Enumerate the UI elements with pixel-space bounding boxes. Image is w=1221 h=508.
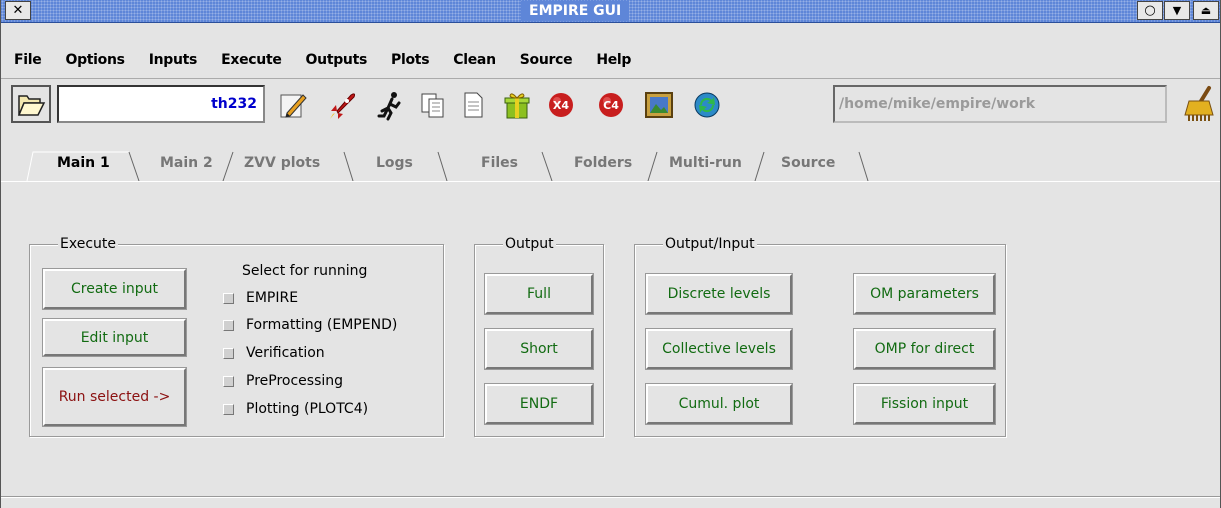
formatting-option-label: Formatting (EMPEND): [246, 317, 398, 333]
preprocessing-checkbox[interactable]: [223, 375, 234, 387]
tab-underline: [1, 181, 1220, 182]
empire-option[interactable]: EMPIRE: [223, 287, 298, 309]
discrete-levels-button[interactable]: Discrete levels: [645, 273, 793, 315]
tab-main-1[interactable]: Main 1: [57, 146, 110, 180]
refresh-icon[interactable]: [691, 89, 723, 121]
preprocessing-option-label: PreProcessing: [246, 373, 344, 389]
menu-bar: File Options Inputs Execute Outputs Plot…: [1, 44, 1220, 76]
tab-multi-run[interactable]: Multi-run: [669, 146, 742, 180]
title-bar[interactable]: ✕ EMPIRE GUI ○ ▼ ⏏: [1, 0, 1220, 23]
circle-icon: ○: [1144, 3, 1156, 18]
collective-levels-button[interactable]: Collective levels: [645, 328, 793, 370]
folder-open-icon: [17, 95, 46, 116]
plotting-checkbox[interactable]: [223, 403, 234, 415]
toolbar: th232 X4 C4 /home/mike/empire/work: [1, 85, 1220, 129]
tab-main-2[interactable]: Main 2: [160, 146, 213, 180]
run-icon[interactable]: [375, 89, 407, 121]
tab-folders[interactable]: Folders: [574, 146, 632, 180]
menu-clean[interactable]: Clean: [453, 52, 496, 68]
select-for-running-label: Select for running: [242, 263, 368, 279]
tab-dividers: [26, 151, 869, 182]
working-directory-field[interactable]: /home/mike/empire/work: [833, 85, 1167, 123]
menu-outputs[interactable]: Outputs: [306, 52, 368, 68]
menu-source[interactable]: Source: [520, 52, 573, 68]
endf-output-button[interactable]: ENDF: [484, 383, 594, 425]
edit-icon[interactable]: [277, 89, 309, 121]
short-output-button[interactable]: Short: [484, 328, 594, 370]
open-folder-button[interactable]: [11, 85, 51, 123]
menu-help[interactable]: Help: [596, 52, 631, 68]
broom-icon[interactable]: [1179, 85, 1219, 123]
om-parameters-button[interactable]: OM parameters: [853, 273, 996, 315]
x4-label: X4: [553, 99, 569, 112]
c4-label: C4: [603, 99, 619, 112]
image-icon[interactable]: [643, 89, 675, 121]
output-input-group-title: Output/Input: [663, 236, 757, 252]
tab-bar: Main 1 Main 2 ZVV plots Logs Files Folde…: [1, 146, 1220, 182]
formatting-option[interactable]: Formatting (EMPEND): [223, 314, 397, 336]
run-selected-button[interactable]: Run selected ->: [42, 367, 187, 427]
eject-icon: ⏏: [1200, 4, 1212, 17]
verification-checkbox[interactable]: [223, 347, 234, 359]
shade-button[interactable]: ○: [1137, 1, 1163, 20]
c4-icon[interactable]: C4: [595, 89, 627, 121]
empire-option-label: EMPIRE: [246, 290, 299, 306]
empire-checkbox[interactable]: [223, 292, 234, 304]
output-group-title: Output: [503, 236, 556, 252]
verification-option[interactable]: Verification: [223, 342, 325, 364]
cumul-plot-button[interactable]: Cumul. plot: [645, 383, 793, 425]
copy-icon[interactable]: [417, 89, 449, 121]
project-input[interactable]: th232: [57, 85, 265, 123]
execute-group-title: Execute: [58, 236, 118, 252]
edit-input-button[interactable]: Edit input: [42, 318, 187, 357]
minimize-button[interactable]: ▼: [1164, 1, 1190, 20]
menu-inputs[interactable]: Inputs: [149, 52, 198, 68]
window-title: EMPIRE GUI: [521, 1, 630, 21]
menu-options[interactable]: Options: [65, 52, 125, 68]
close-window-button[interactable]: ✕: [5, 1, 31, 20]
plotting-option[interactable]: Plotting (PLOTC4): [223, 398, 368, 420]
menu-plots[interactable]: Plots: [391, 52, 430, 68]
full-output-button[interactable]: Full: [484, 273, 594, 315]
preprocessing-option[interactable]: PreProcessing: [223, 370, 343, 392]
omp-for-direct-button[interactable]: OMP for direct: [853, 328, 996, 370]
chevron-down-icon: ▼: [1172, 4, 1182, 17]
empire-window: ✕ EMPIRE GUI ○ ▼ ⏏ File Options Inputs E…: [0, 0, 1221, 508]
gift-icon[interactable]: [501, 89, 533, 121]
document-icon[interactable]: [457, 89, 489, 121]
plotting-option-label: Plotting (PLOTC4): [246, 401, 369, 417]
create-input-button[interactable]: Create input: [42, 268, 187, 310]
status-separator-highlight: [1, 497, 1220, 498]
menu-file[interactable]: File: [14, 52, 42, 68]
maximize-button[interactable]: ⏏: [1193, 1, 1219, 20]
x4-icon[interactable]: X4: [545, 89, 577, 121]
fission-input-button[interactable]: Fission input: [853, 383, 996, 425]
close-icon: ✕: [12, 3, 24, 18]
verification-option-label: Verification: [246, 345, 325, 361]
tab-logs[interactable]: Logs: [376, 146, 413, 180]
rocket-icon[interactable]: [327, 89, 359, 121]
formatting-checkbox[interactable]: [223, 319, 234, 331]
tab-files[interactable]: Files: [481, 146, 518, 180]
menu-execute[interactable]: Execute: [221, 52, 282, 68]
tab-source[interactable]: Source: [781, 146, 835, 180]
menu-separator: [1, 78, 1220, 79]
tab-zvv-plots[interactable]: ZVV plots: [244, 146, 320, 180]
